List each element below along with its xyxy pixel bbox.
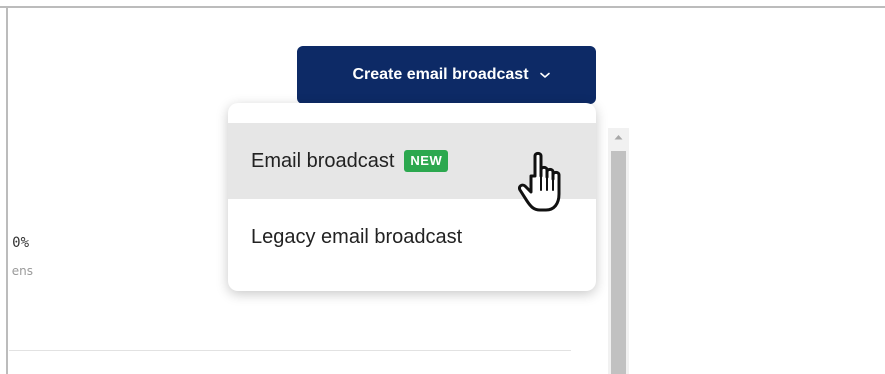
top-border [0,6,885,8]
create-email-broadcast-button[interactable]: Create email broadcast [297,46,596,104]
create-button-label: Create email broadcast [352,66,529,83]
new-badge: NEW [404,150,449,172]
divider [9,350,571,351]
menu-item-label: Email broadcast [251,149,395,172]
stat-label: ens [11,264,33,278]
chevron-down-icon [539,72,550,78]
stat-value: 0% [12,235,29,251]
scroll-thumb[interactable] [611,151,626,374]
scroll-up-arrow-icon[interactable] [608,128,629,146]
menu-item-label: Legacy email broadcast [251,225,463,248]
hand-pointer-icon [518,151,561,212]
left-border [6,6,8,374]
vertical-scrollbar[interactable] [608,128,629,374]
page-frame: 0% ens Create email broadcast Email broa… [0,0,885,374]
